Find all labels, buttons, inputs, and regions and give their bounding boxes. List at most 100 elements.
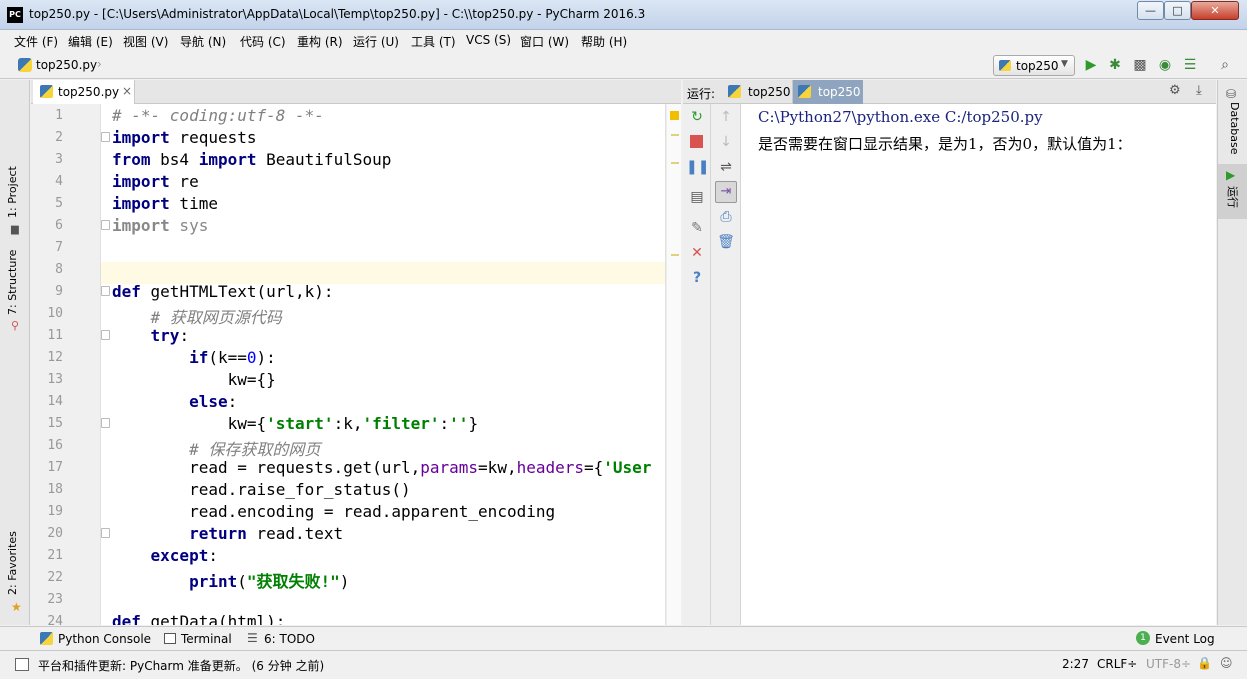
run-tab-top250-1[interactable]: top250: [723, 80, 793, 104]
concurrency-icon[interactable]: ☰: [1179, 54, 1201, 76]
tool-tab-project[interactable]: 1: Project: [6, 166, 19, 218]
fold-marker-icon[interactable]: [101, 418, 110, 428]
tool-tab-event-log[interactable]: Event Log: [1155, 632, 1215, 646]
run-icon[interactable]: ▶: [1080, 54, 1102, 76]
pause-icon[interactable]: ❚❚: [686, 156, 709, 178]
code-line: print("获取失败!"): [189, 572, 350, 591]
line-number: 18: [47, 482, 63, 497]
code-line: read.encoding = read.apparent_encoding: [112, 502, 556, 521]
rerun-icon[interactable]: ↻: [686, 106, 708, 128]
code-line: import requests: [112, 128, 257, 147]
inspector-icon[interactable]: ☺: [1220, 656, 1233, 670]
close-window-button[interactable]: ✕: [1191, 1, 1239, 20]
breadcrumb[interactable]: top250.py: [36, 58, 97, 72]
run-config-label: top250: [1016, 59, 1059, 73]
tool-tab-database[interactable]: Database: [1228, 102, 1241, 155]
navigation-bar: top250.py › top250 ▼ ▶ ✱ ▩ ◉ ☰ ⌕: [0, 52, 1247, 79]
search-everywhere-icon[interactable]: ⌕: [1214, 54, 1236, 76]
tool-tab-run: 运行: [1226, 186, 1239, 208]
warning-marker-icon[interactable]: [670, 111, 679, 120]
debug-icon[interactable]: ✱: [1104, 54, 1126, 76]
code-line: # 获取网页源代码: [150, 308, 282, 327]
tool-tab-run-active[interactable]: ▶ 运行: [1218, 164, 1247, 219]
line-number: 1: [55, 108, 63, 123]
layout-icon[interactable]: ▤: [686, 186, 708, 208]
file-encoding[interactable]: UTF-8÷: [1146, 657, 1191, 671]
menu-edit[interactable]: 编辑 (E): [68, 33, 113, 50]
menu-bar: 文件 (F) 编辑 (E) 视图 (V) 导航 (N) 代码 (C) 重构 (R…: [0, 30, 1247, 52]
clear-trash-icon[interactable]: 🗑: [715, 231, 737, 253]
menu-code[interactable]: 代码 (C): [240, 33, 286, 50]
stop-icon[interactable]: [690, 135, 703, 148]
fold-marker-icon[interactable]: [101, 286, 110, 296]
run-console[interactable]: C:\Python27\python.exe C:/top250.py 是否需要…: [741, 104, 1216, 625]
line-number: 4: [55, 174, 63, 189]
menu-file[interactable]: 文件 (F): [14, 33, 58, 50]
down-arrow-icon[interactable]: ↓: [715, 131, 737, 153]
python-run-icon: [798, 85, 811, 98]
tool-tab-python-console[interactable]: Python Console: [58, 632, 151, 646]
run-icon: ▶: [1226, 168, 1236, 182]
scroll-to-end-icon[interactable]: ⇥: [715, 181, 737, 203]
code-line: except:: [150, 546, 218, 565]
menu-help[interactable]: 帮助 (H): [581, 33, 627, 50]
fold-marker-icon[interactable]: [101, 220, 110, 230]
run-tab-label: top250: [818, 85, 861, 99]
chevron-down-icon: ▼: [1061, 59, 1068, 69]
menu-run[interactable]: 运行 (U): [353, 33, 399, 50]
print-icon[interactable]: ⎙: [715, 206, 737, 228]
gear-icon[interactable]: ⚙: [1169, 83, 1181, 98]
fold-marker-icon[interactable]: [101, 132, 110, 142]
hide-panel-icon[interactable]: ⤓: [1196, 83, 1202, 98]
coverage-icon[interactable]: ▩: [1129, 54, 1151, 76]
code-line: import sys: [112, 216, 209, 235]
minimize-button[interactable]: —: [1137, 1, 1164, 20]
line-number: 14: [47, 394, 63, 409]
menu-tools[interactable]: 工具 (T): [411, 33, 456, 50]
error-stripe[interactable]: [666, 104, 681, 625]
tool-tab-favorites[interactable]: 2: Favorites: [6, 531, 19, 595]
menu-refactor[interactable]: 重构 (R): [297, 33, 343, 50]
code-editor[interactable]: # -*- coding:utf-8 -*- import requests f…: [31, 104, 681, 625]
maximize-button[interactable]: □: [1164, 1, 1191, 20]
run-tab-label: top250: [748, 85, 791, 99]
code-line: # -*- coding:utf-8 -*-: [112, 106, 324, 125]
editor-tab-label: top250.py: [58, 85, 120, 99]
close-run-icon[interactable]: ✕: [686, 242, 708, 264]
caret-line-highlight: [101, 262, 665, 284]
menu-vcs[interactable]: VCS (S): [466, 33, 511, 47]
run-tab-top250-2[interactable]: top250: [793, 80, 863, 104]
profile-icon[interactable]: ◉: [1154, 54, 1176, 76]
line-separator[interactable]: CRLF÷: [1097, 657, 1137, 671]
right-tool-strip: ⛁ Database ▶ 运行: [1217, 80, 1247, 625]
line-number: 20: [47, 526, 63, 541]
fold-marker-icon[interactable]: [101, 330, 110, 340]
close-tab-icon[interactable]: ×: [122, 84, 132, 98]
line-number: 17: [47, 460, 63, 475]
menu-window[interactable]: 窗口 (W): [520, 33, 569, 50]
terminal-icon: [164, 633, 176, 644]
tool-tab-terminal[interactable]: Terminal: [181, 632, 232, 646]
run-panel-header: 运行: top250 top250 ⚙ ⤓: [683, 80, 1216, 104]
fold-marker-icon[interactable]: [101, 528, 110, 538]
status-message[interactable]: 平台和插件更新: PyCharm 准备更新。 (6 分钟 之前): [38, 657, 324, 674]
left-tool-strip: ▆ 1: Project 7: Structure ⚲ 2: Favorites…: [0, 80, 30, 625]
editor-tab-top250[interactable]: top250.py ×: [33, 80, 135, 104]
tool-tab-structure[interactable]: 7: Structure: [6, 250, 19, 315]
tool-windows-toggle-icon[interactable]: [15, 658, 29, 671]
menu-view[interactable]: 视图 (V): [123, 33, 168, 50]
run-config-select[interactable]: top250 ▼: [993, 55, 1075, 76]
pin-icon[interactable]: ✎: [686, 217, 708, 239]
caret-position[interactable]: 2:27: [1062, 657, 1089, 671]
line-number: 24: [47, 614, 63, 625]
code-line: # 保存获取的网页: [189, 440, 321, 459]
lock-icon[interactable]: 🔒: [1197, 656, 1212, 670]
up-arrow-icon[interactable]: ↑: [715, 106, 737, 128]
menu-navigate[interactable]: 导航 (N): [180, 33, 226, 50]
line-number: 9: [55, 284, 63, 299]
help-icon[interactable]: ?: [686, 267, 708, 289]
editor-tab-bar: top250.py ×: [31, 80, 681, 104]
window-title: top250.py - [C:\Users\Administrator\AppD…: [29, 7, 646, 21]
tool-tab-todo[interactable]: 6: TODO: [264, 632, 315, 646]
soft-wrap-icon[interactable]: ⇌: [715, 156, 737, 178]
